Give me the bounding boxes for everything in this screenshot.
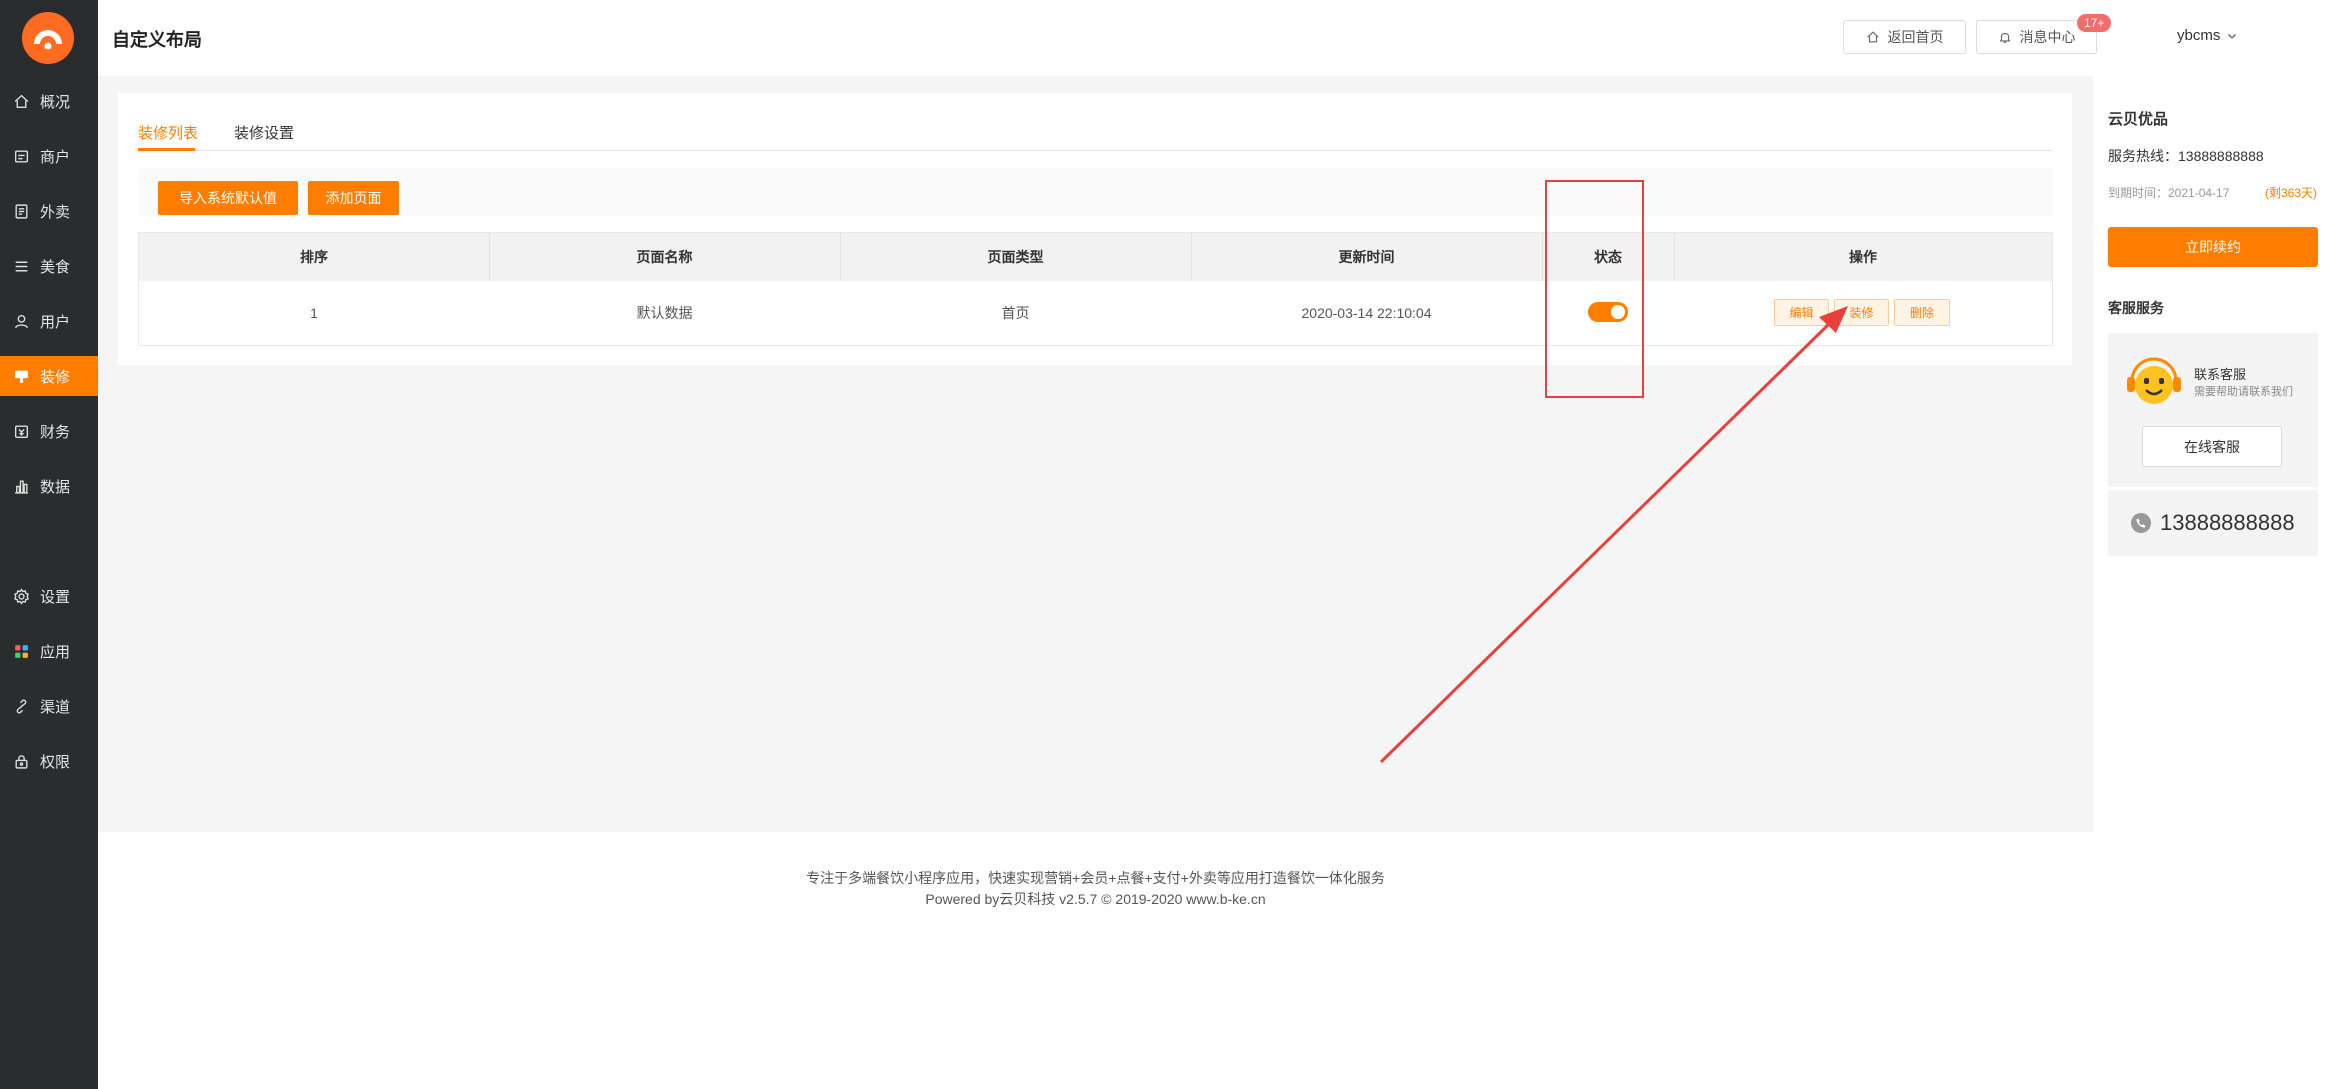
- messages-button-label: 消息中心: [2019, 29, 2076, 45]
- service-phone: 13888888888: [2160, 510, 2295, 535]
- contact-subtitle: 需要帮助请联系我们: [2194, 386, 2293, 398]
- sidebar-item-merchant[interactable]: 商户: [0, 136, 98, 176]
- sidebar-item-channel[interactable]: 渠道: [0, 686, 98, 726]
- gear-icon: [12, 587, 30, 605]
- page-title: 自定义布局: [112, 30, 202, 50]
- decorate-button[interactable]: 装修: [1834, 299, 1889, 326]
- bell-icon: [1999, 32, 2010, 43]
- sidebar-item-label: 用户: [40, 313, 71, 331]
- service-hotline: 服务热线：13888888888: [2108, 148, 2264, 164]
- phone-icon: [2131, 513, 2151, 533]
- user-menu[interactable]: ybcms: [2177, 27, 2238, 44]
- delete-button[interactable]: 删除: [1894, 299, 1950, 326]
- sidebar-item-permissions[interactable]: 权限: [0, 741, 98, 781]
- footer-copyright: Powered by云贝科技 v2.5.7 © 2019-2020 www.b-…: [925, 891, 1266, 907]
- tab-divider: [138, 150, 2053, 151]
- sidebar-item-label: 应用: [40, 643, 71, 661]
- data-icon: [12, 477, 30, 495]
- column-header-updated: 更新时间: [1338, 249, 1395, 265]
- store-icon: [12, 147, 30, 165]
- cell-page-type: 首页: [1001, 305, 1030, 321]
- footer-slogan: 专注于多端餐饮小程序应用，快速实现营销+会员+点餐+支付+外卖等应用打造餐饮一体…: [806, 870, 1385, 886]
- cell-order: 1: [310, 305, 318, 321]
- column-header-name: 页面名称: [636, 249, 693, 265]
- sidebar-item-label: 数据: [40, 478, 71, 496]
- home-icon: [1866, 31, 1879, 43]
- sidebar-item-label: 商户: [40, 148, 71, 166]
- sidebar-item-food[interactable]: 美食: [0, 246, 98, 286]
- logo-icon[interactable]: [22, 12, 74, 64]
- pages-table: 排序 页面名称 页面类型 更新时间 状态 操作 1 默认数据 首页 2020-0…: [138, 232, 2053, 346]
- sidebar-item-finance[interactable]: 财务: [0, 411, 98, 451]
- cell-page-name: 默认数据: [636, 305, 693, 321]
- cell-updated-time: 2020-03-14 22:10:04: [1301, 305, 1432, 321]
- user-icon: [12, 312, 30, 330]
- sidebar-item-apps[interactable]: 应用: [0, 631, 98, 671]
- tab-active-indicator: [138, 148, 195, 151]
- sidebar-item-label: 美食: [40, 258, 71, 276]
- column-header-order: 排序: [300, 249, 328, 265]
- sidebar-item-label: 财务: [40, 423, 71, 441]
- sidebar-item-label: 概况: [40, 93, 71, 111]
- remaining-days: (剩363天): [2265, 186, 2318, 200]
- online-service-button[interactable]: 在线客服: [2142, 426, 2282, 467]
- finance-icon: [12, 422, 30, 440]
- home-button[interactable]: 返回首页: [1843, 20, 1966, 54]
- column-header-actions: 操作: [1849, 249, 1877, 265]
- tab-decoration-settings[interactable]: 装修设置: [234, 122, 294, 143]
- decoration-icon: [12, 367, 30, 385]
- expiry-date: 到期时间：2021-04-17: [2108, 186, 2230, 200]
- highlight-box: [1545, 180, 1644, 398]
- sidebar-item-users[interactable]: 用户: [0, 301, 98, 341]
- messages-badge: 17+: [2077, 14, 2112, 32]
- sidebar-item-label: 设置: [40, 588, 71, 606]
- sidebar-item-takeout[interactable]: 外卖: [0, 191, 98, 231]
- chevron-down-icon: [2228, 33, 2237, 39]
- username: ybcms: [2177, 27, 2221, 44]
- sidebar-item-data[interactable]: 数据: [0, 466, 98, 506]
- brand-name: 云贝优品: [2108, 111, 2169, 128]
- tab-decoration-list[interactable]: 装修列表: [138, 122, 198, 143]
- sidebar-item-label: 装修: [40, 368, 71, 386]
- service-section-title: 客服服务: [2108, 300, 2164, 316]
- sidebar-item-label: 外卖: [40, 203, 71, 221]
- apps-icon: [12, 642, 30, 660]
- column-header-type: 页面类型: [987, 249, 1044, 265]
- lock-icon: [12, 752, 30, 770]
- add-page-button[interactable]: 添加页面: [308, 181, 399, 215]
- edit-button[interactable]: 编辑: [1774, 299, 1829, 326]
- sidebar-item-overview[interactable]: 概况: [0, 81, 98, 121]
- sidebar-item-label: 渠道: [40, 698, 71, 716]
- link-icon: [12, 697, 30, 715]
- import-default-button[interactable]: 导入系统默认值: [158, 181, 298, 215]
- renew-button[interactable]: 立即续约: [2108, 227, 2318, 267]
- sidebar-item-settings[interactable]: 设置: [0, 576, 98, 616]
- menu-icon: [12, 257, 30, 275]
- sidebar-item-label: 权限: [40, 753, 71, 771]
- contact-title: 联系客服: [2194, 367, 2247, 382]
- home-button-label: 返回首页: [1887, 29, 1944, 45]
- sidebar: 概况 商户 外卖 美食 用户 装修 财务 数据 设置 应用 渠道 权限: [0, 0, 98, 1089]
- support-agent-icon: [2127, 357, 2181, 404]
- takeout-icon: [12, 202, 30, 220]
- home-icon: [12, 92, 30, 110]
- sidebar-item-decoration[interactable]: 装修: [0, 356, 98, 396]
- toolbar: [138, 168, 2053, 216]
